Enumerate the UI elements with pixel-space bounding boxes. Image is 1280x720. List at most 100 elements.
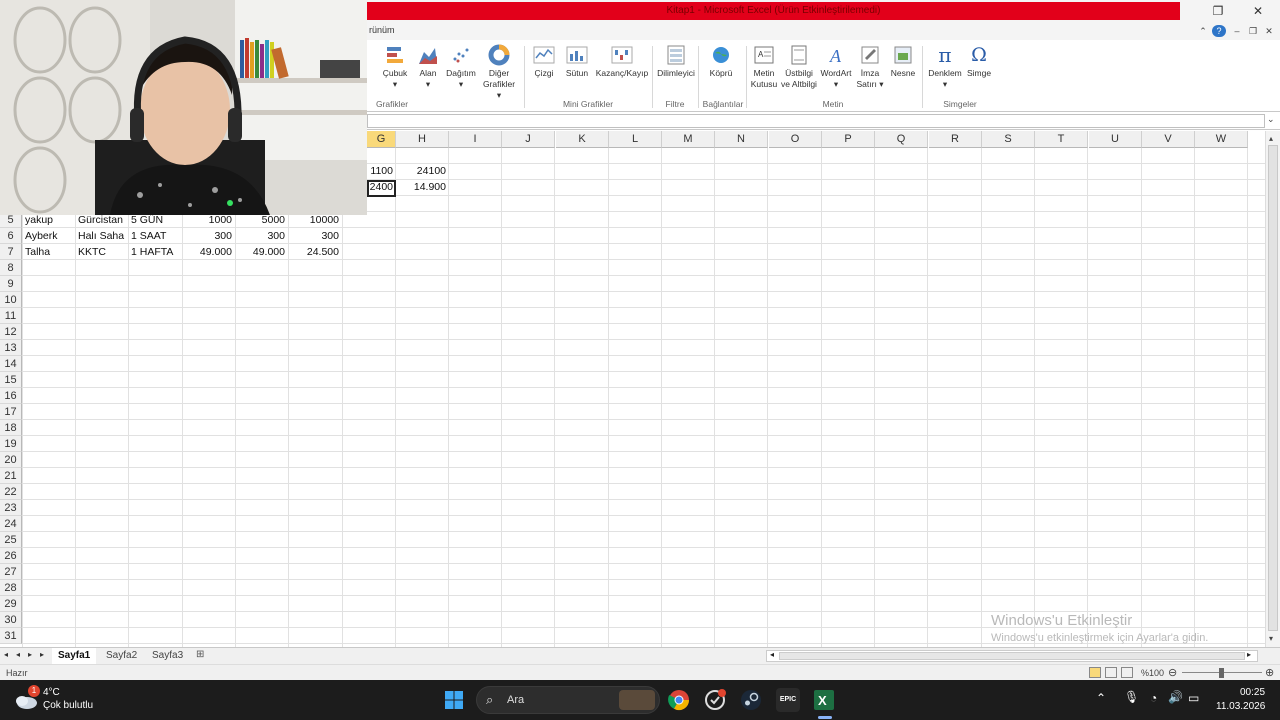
excel-icon[interactable]: X [812,688,836,712]
column-header-g[interactable]: G [367,131,396,148]
normal-view-icon[interactable] [1089,667,1101,678]
sparkline-column-button[interactable]: Sütun [562,44,592,79]
row-header[interactable]: 14 [0,356,22,372]
row-header[interactable]: 12 [0,324,22,340]
wifi-icon[interactable]: ◔ [1150,691,1157,705]
zoom-level[interactable]: %100 [1141,668,1164,678]
tray-chevron-icon[interactable]: ⌃ [1096,691,1106,705]
cell-c[interactable]: 1 HAFTA [128,244,182,260]
active-cell-selection[interactable] [367,180,396,197]
cell-b[interactable]: Halı Saha [75,228,128,244]
row-header[interactable]: 26 [0,548,22,564]
insert-sheet-icon[interactable]: ⊞ [196,649,204,660]
row-header[interactable]: 10 [0,292,22,308]
formula-input[interactable] [367,114,1265,128]
clock-date[interactable]: 11.03.2026 [1216,701,1265,712]
row-header[interactable]: 13 [0,340,22,356]
page-layout-view-icon[interactable] [1105,667,1117,678]
cell-f[interactable]: 300 [288,228,342,244]
row-header[interactable]: 24 [0,516,22,532]
other-charts-button[interactable]: Diğer Grafikler ▾ [480,44,518,101]
row-header[interactable]: 20 [0,452,22,468]
row-header[interactable]: 18 [0,420,22,436]
sparkline-winloss-button[interactable]: Kazanç/Kayıp [594,44,650,79]
row-header[interactable]: 29 [0,596,22,612]
page-break-view-icon[interactable] [1121,667,1133,678]
row-header[interactable]: 28 [0,580,22,596]
column-header-w[interactable]: W [1195,131,1248,148]
first-sheet-icon[interactable]: ◂ [4,650,8,659]
row-header[interactable]: 17 [0,404,22,420]
scatter-chart-button[interactable]: Dağıtım ▾ [444,44,478,90]
sparkline-line-button[interactable]: Çizgi [530,44,558,79]
app-icon[interactable] [703,688,727,712]
tab-view-partial[interactable]: rünüm [369,25,395,35]
cell-f[interactable]: 24.500 [288,244,342,260]
cell-d[interactable]: 300 [182,228,235,244]
ribbon-collapse-icon[interactable]: ⌃ [1196,25,1210,37]
column-header-u[interactable]: U [1089,131,1142,148]
row-header[interactable]: 11 [0,308,22,324]
cell-h[interactable]: 24100 [396,163,449,179]
taskbar-search[interactable]: ⌕ Ara [476,686,660,714]
row-header[interactable]: 6 [0,228,22,244]
column-header-k[interactable]: K [556,131,609,148]
column-header-h[interactable]: H [396,131,449,148]
scroll-thumb[interactable] [1268,145,1278,631]
last-sheet-icon[interactable]: ▸ [40,650,44,659]
area-chart-button[interactable]: Alan ▾ [414,44,442,90]
horizontal-scrollbar[interactable]: ◂ ▸ [766,650,1258,662]
row-header[interactable]: 25 [0,532,22,548]
text-box-button[interactable]: A Metin Kutusu [750,44,778,90]
hscroll-thumb[interactable] [779,652,1245,660]
next-sheet-icon[interactable]: ▸ [28,650,32,659]
battery-icon[interactable]: ▭ [1188,691,1199,705]
column-header-j[interactable]: J [502,131,555,148]
cell-e[interactable]: 49.000 [235,244,288,260]
row-header[interactable]: 21 [0,468,22,484]
clock-time[interactable]: 00:25 [1240,687,1265,698]
bar-chart-button[interactable]: Çubuk ▾ [380,44,410,90]
zoom-slider-thumb[interactable] [1219,668,1224,678]
minimize-icon[interactable]: – [1230,25,1244,37]
help-icon[interactable]: ? [1212,25,1226,37]
column-header-p[interactable]: P [822,131,875,148]
close-icon[interactable]: ✕ [1245,3,1271,19]
cell-e[interactable]: 300 [235,228,288,244]
chrome-icon[interactable] [667,688,691,712]
column-header-r[interactable]: R [929,131,982,148]
expand-formula-icon[interactable]: ⌄ [1267,114,1275,125]
column-header-n[interactable]: N [715,131,768,148]
object-button[interactable]: Nesne [888,44,918,79]
cell-a[interactable]: Ayberk [22,228,75,244]
scroll-right-icon[interactable]: ▸ [1247,650,1251,659]
row-header[interactable]: 8 [0,260,22,276]
row-header[interactable]: 27 [0,564,22,580]
signature-line-button[interactable]: İmza Satırı ▾ [856,44,884,90]
cell-a[interactable]: Talha [22,244,75,260]
microphone-icon[interactable]: 🎙 [1124,690,1139,704]
hyperlink-button[interactable]: Köprü [706,44,736,79]
symbol-button[interactable]: Ω Simge [964,44,994,79]
row-header[interactable]: 9 [0,276,22,292]
zoom-out-icon[interactable]: ⊖ [1168,666,1177,679]
row-header[interactable]: 22 [0,484,22,500]
volume-icon[interactable]: 🔊 [1168,690,1183,704]
row-header[interactable]: 31 [0,628,22,644]
row-header[interactable]: 30 [0,612,22,628]
cell-d[interactable]: 49.000 [182,244,235,260]
scroll-left-icon[interactable]: ◂ [770,650,774,659]
sheet-tab-sayfa1[interactable]: Sayfa1 [52,648,97,664]
cell-h[interactable]: 14.900 [396,179,449,195]
equation-button[interactable]: π Denklem ▾ [926,44,964,90]
row-header[interactable]: 23 [0,500,22,516]
row-header[interactable]: 16 [0,388,22,404]
epic-games-icon[interactable]: EPIC [776,688,800,712]
row-header[interactable]: 19 [0,436,22,452]
slicer-button[interactable]: Dilimleyici [655,44,697,79]
windows-start-icon[interactable] [442,688,466,712]
zoom-in-icon[interactable]: ⊕ [1265,666,1274,679]
prev-sheet-icon[interactable]: ◂ [16,650,20,659]
column-header-m[interactable]: M [662,131,715,148]
close-small-icon[interactable]: ✕ [1262,25,1276,37]
